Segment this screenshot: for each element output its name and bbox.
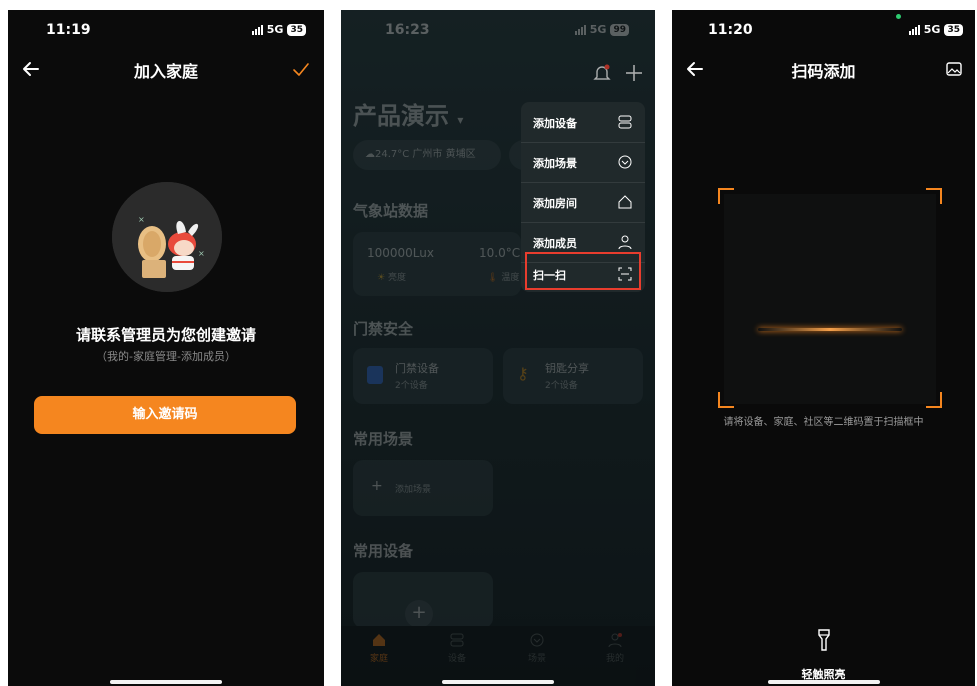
network-type: 5G xyxy=(266,23,284,36)
menu-item-label: 添加成员 xyxy=(533,237,577,250)
menu-item-label: 添加房间 xyxy=(533,197,577,210)
signal-icon xyxy=(908,24,920,35)
scan-highlight-box xyxy=(525,252,641,290)
status-time: 11:19 xyxy=(46,22,91,38)
menu-item-label: 添加场景 xyxy=(533,157,577,170)
battery-icon: 35 xyxy=(944,23,963,36)
menu-item-add-scene[interactable]: 添加场景 xyxy=(521,142,645,182)
status-signal: 5G 35 xyxy=(251,23,306,36)
device-icon xyxy=(618,115,632,129)
scan-add-screen: 11:20 5G 35 扫码添加 请将设备、家庭、社区等二维码置于扫描框中 轻触… xyxy=(672,10,975,686)
svg-text:×: × xyxy=(198,249,205,258)
privacy-indicator-dot xyxy=(896,14,901,19)
nav-bar: 扫码添加 xyxy=(672,54,975,84)
status-bar: 11:19 5G 35 xyxy=(8,10,324,46)
home-indicator xyxy=(767,680,880,684)
enter-invite-code-button[interactable]: 输入邀请码 xyxy=(34,396,296,434)
scan-corner-icon xyxy=(718,188,734,204)
member-icon xyxy=(618,235,632,250)
nav-bar: 加入家庭 xyxy=(8,54,324,84)
flashlight-icon[interactable] xyxy=(816,628,832,652)
invite-illustration: × × xyxy=(112,182,222,292)
status-time: 11:20 xyxy=(708,22,753,38)
svg-text:×: × xyxy=(138,215,145,224)
plus-icon[interactable] xyxy=(625,64,643,82)
room-icon xyxy=(618,195,632,209)
confirm-check-icon[interactable] xyxy=(292,60,310,78)
scene-icon xyxy=(618,155,632,169)
scan-corner-icon xyxy=(718,392,734,408)
signal-icon xyxy=(251,24,263,35)
status-bar: 11:20 5G 35 xyxy=(672,10,975,46)
page-title: 加入家庭 xyxy=(133,62,198,81)
menu-item-add-device[interactable]: 添加设备 xyxy=(521,102,645,142)
menu-item-label: 添加设备 xyxy=(533,117,577,130)
invite-message-title: 请联系管理员为您创建邀请 xyxy=(75,326,256,344)
status-signal: 5G 35 xyxy=(908,23,963,36)
scan-laser-line xyxy=(758,328,902,331)
home-dashboard-screen: 16:23 5G 99 产品演示 ▾ ☁24.7°C 广州市 黄埔区 气象站数据… xyxy=(341,10,655,686)
network-type: 5G xyxy=(923,23,941,36)
menu-item-add-room[interactable]: 添加房间 xyxy=(521,182,645,222)
join-family-screen: 11:19 5G 35 加入家庭 × × 请联系管理员为您创建邀请 （我的-家庭… xyxy=(8,10,324,686)
bell-icon[interactable] xyxy=(593,64,611,82)
add-menu-dropdown: 添加设备 添加场景 添加房间 添加成员 扫一扫 xyxy=(521,102,645,292)
scan-corner-icon xyxy=(926,188,942,204)
scan-corner-icon xyxy=(926,392,942,408)
page-title: 扫码添加 xyxy=(791,62,856,81)
rabbit-mascot-icon: × × xyxy=(112,182,222,292)
battery-icon: 35 xyxy=(287,23,306,36)
home-indicator xyxy=(110,680,222,684)
scan-hint-text: 请将设备、家庭、社区等二维码置于扫描框中 xyxy=(723,417,924,428)
invite-message-hint: （我的-家庭管理-添加成员） xyxy=(96,350,236,363)
scan-frame xyxy=(724,194,936,404)
gallery-image-icon[interactable] xyxy=(945,60,963,78)
home-indicator xyxy=(442,680,554,684)
